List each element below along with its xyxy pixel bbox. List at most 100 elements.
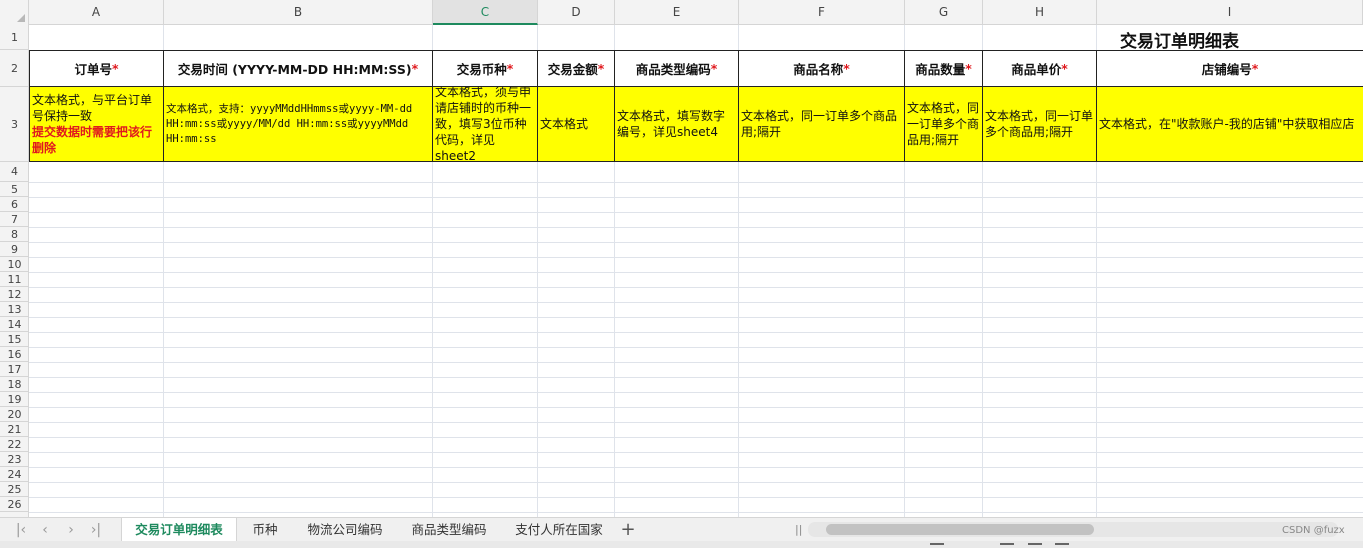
view-layout-icon[interactable] xyxy=(1028,543,1042,548)
grid-line xyxy=(29,422,1363,423)
desc-cell-currency[interactable]: 文本格式，须与申请店铺时的币种一致，填写3位币种代码，详见sheet2 xyxy=(433,87,538,162)
grid-line xyxy=(29,257,1363,258)
column-header-i[interactable]: I xyxy=(1097,0,1363,25)
header-cell-unit-price[interactable]: 商品单价 * xyxy=(983,50,1097,87)
header-cell-store-id[interactable]: 店铺编号 * xyxy=(1097,50,1363,87)
row-header[interactable]: 8 xyxy=(0,227,28,242)
row-header[interactable]: 21 xyxy=(0,422,28,437)
view-page-icon[interactable] xyxy=(1000,543,1014,548)
select-all-corner[interactable] xyxy=(0,0,29,25)
tab-logistics-company-code[interactable]: 物流公司编码 xyxy=(296,518,394,542)
row-header[interactable]: 4 xyxy=(0,162,28,182)
row-header[interactable]: 11 xyxy=(0,272,28,287)
column-header-bar: A B C D E F G H I xyxy=(0,0,1363,25)
row-header[interactable]: 7 xyxy=(0,212,28,227)
grid-line xyxy=(29,377,1363,378)
tab-splitter-icon[interactable]: || xyxy=(795,523,802,536)
desc-cell-amount[interactable]: 文本格式 xyxy=(538,87,615,162)
sheet-tab-bar: |‹ ‹ › ›| 交易订单明细表 币种 物流公司编码 商品类型编码 支付人所在… xyxy=(0,517,1363,542)
row-header[interactable]: 23 xyxy=(0,452,28,467)
grid-line xyxy=(29,452,1363,453)
row-header[interactable]: 24 xyxy=(0,467,28,482)
horizontal-scrollbar[interactable] xyxy=(808,522,1338,537)
grid-line xyxy=(29,212,1363,213)
row-header[interactable]: 1 xyxy=(0,25,28,50)
column-header-a[interactable]: A xyxy=(29,0,164,25)
row-header[interactable]: 18 xyxy=(0,377,28,392)
grid-line xyxy=(29,512,1363,513)
desc-cell-product-quantity[interactable]: 文本格式，同一订单多个商品用;隔开 xyxy=(905,87,983,162)
desc-cell-unit-price[interactable]: 文本格式，同一订单多个商品用;隔开 xyxy=(983,87,1097,162)
row-header[interactable]: 16 xyxy=(0,347,28,362)
grid-line xyxy=(29,362,1363,363)
row-header[interactable]: 5 xyxy=(0,182,28,197)
desc-cell-trade-time[interactable]: 文本格式，支持：yyyyMMddHHmmss或yyyy-MM-dd HH:mm:… xyxy=(164,87,433,162)
grid-line xyxy=(29,317,1363,318)
row-header[interactable]: 26 xyxy=(0,497,28,512)
column-header-d[interactable]: D xyxy=(538,0,615,25)
watermark: CSDN @fuzx xyxy=(1282,525,1345,536)
row-header[interactable]: 9 xyxy=(0,242,28,257)
scrollbar-thumb[interactable] xyxy=(826,524,1094,535)
last-sheet-icon[interactable]: ›| xyxy=(85,521,107,539)
grid-line xyxy=(29,272,1363,273)
grid-line xyxy=(29,482,1363,483)
desc-cell-product-type-code[interactable]: 文本格式，填写数字编号，详见sheet4 xyxy=(615,87,739,162)
header-cell-order-id[interactable]: 订单号 * xyxy=(29,50,164,87)
prev-sheet-icon[interactable]: ‹ xyxy=(34,521,56,539)
header-cell-amount[interactable]: 交易金额 * xyxy=(538,50,615,87)
column-header-f[interactable]: F xyxy=(739,0,905,25)
row-header[interactable]: 12 xyxy=(0,287,28,302)
tab-product-type-code[interactable]: 商品类型编码 xyxy=(400,518,498,542)
tab-currency[interactable]: 币种 xyxy=(240,518,290,542)
row-header[interactable]: 14 xyxy=(0,317,28,332)
header-cell-product-name[interactable]: 商品名称 * xyxy=(739,50,905,87)
status-bar xyxy=(0,541,1363,548)
row-header[interactable]: 19 xyxy=(0,392,28,407)
grid-line xyxy=(29,197,1363,198)
tab-payer-country[interactable]: 支付人所在国家 xyxy=(504,518,614,542)
column-header-c[interactable]: C xyxy=(433,0,538,25)
sheet-title[interactable]: 交易订单明细表 xyxy=(1120,27,1239,52)
grid-line xyxy=(29,287,1363,288)
column-header-e[interactable]: E xyxy=(615,0,739,25)
desc-cell-store-id[interactable]: 文本格式，在"收款账户-我的店铺"中获取相应店 xyxy=(1097,87,1363,162)
grid-line xyxy=(29,392,1363,393)
row-header[interactable]: 22 xyxy=(0,437,28,452)
first-sheet-icon[interactable]: |‹ xyxy=(10,521,32,539)
column-header-g[interactable]: G xyxy=(905,0,983,25)
grid-line xyxy=(29,347,1363,348)
header-cell-product-type-code[interactable]: 商品类型编码 * xyxy=(615,50,739,87)
row-header[interactable]: 15 xyxy=(0,332,28,347)
desc-cell-product-name[interactable]: 文本格式，同一订单多个商品用;隔开 xyxy=(739,87,905,162)
grid-line xyxy=(29,437,1363,438)
row-header-bar: 1 2 3 4 5 6 7 8 9 10 11 12 13 14 15 16 1… xyxy=(0,25,29,517)
grid-line xyxy=(29,467,1363,468)
spreadsheet-grid[interactable]: 交易订单明细表 订单号 * 交易时间 (YYYY-MM-DD HH:MM:SS) … xyxy=(29,25,1363,517)
header-cell-currency[interactable]: 交易币种 * xyxy=(433,50,538,87)
grid-line xyxy=(29,242,1363,243)
row-header[interactable]: 13 xyxy=(0,302,28,317)
view-normal-icon[interactable] xyxy=(930,543,944,548)
row-header[interactable]: 3 xyxy=(0,87,28,162)
grid-line xyxy=(29,227,1363,228)
view-zoom-icon[interactable] xyxy=(1055,543,1069,548)
row-header[interactable]: 25 xyxy=(0,482,28,497)
grid-line xyxy=(29,182,1363,183)
desc-cell-order-id[interactable]: 文本格式，与平台订单号保持一致 提交数据时需要把该行删除 xyxy=(29,87,164,162)
row-header[interactable]: 17 xyxy=(0,362,28,377)
header-cell-trade-time[interactable]: 交易时间 (YYYY-MM-DD HH:MM:SS) * xyxy=(164,50,433,87)
column-header-h[interactable]: H xyxy=(983,0,1097,25)
grid-line xyxy=(29,302,1363,303)
row-header[interactable]: 10 xyxy=(0,257,28,272)
tab-trade-order-detail[interactable]: 交易订单明细表 xyxy=(121,518,237,542)
add-sheet-icon[interactable]: + xyxy=(618,520,638,540)
grid-line xyxy=(29,332,1363,333)
row-header[interactable]: 2 xyxy=(0,50,28,87)
row-header[interactable]: 20 xyxy=(0,407,28,422)
next-sheet-icon[interactable]: › xyxy=(60,521,82,539)
header-cell-product-quantity[interactable]: 商品数量 * xyxy=(905,50,983,87)
row-header[interactable]: 6 xyxy=(0,197,28,212)
grid-line xyxy=(29,497,1363,498)
column-header-b[interactable]: B xyxy=(164,0,433,25)
